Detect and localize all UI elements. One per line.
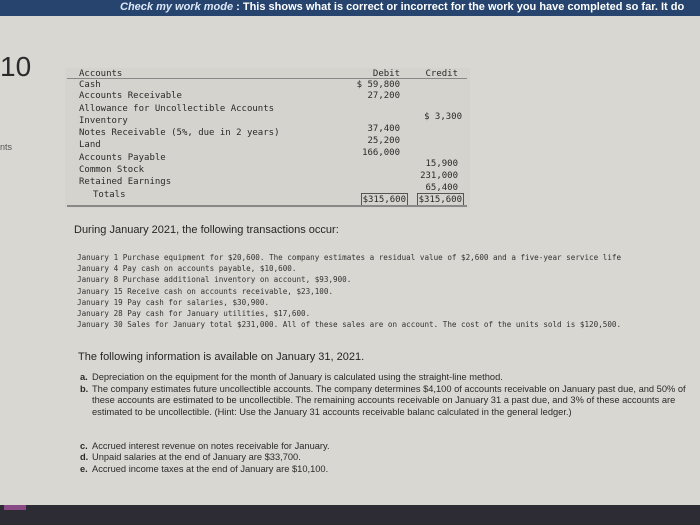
account-name: Accounts Receivable bbox=[79, 91, 182, 101]
info-heading: The following information is available o… bbox=[78, 351, 365, 363]
banner-message: : This shows what is correct or incorrec… bbox=[233, 1, 685, 13]
note-text: Accrued interest revenue on notes receiv… bbox=[92, 440, 330, 451]
table-row: Inventory 37,400 bbox=[65, 115, 470, 134]
taskbar-tab-indicator[interactable] bbox=[4, 505, 26, 510]
note-text: The company estimates future uncollectib… bbox=[92, 383, 686, 417]
account-name: Inventory bbox=[79, 116, 128, 126]
table-row: Accounts Receivable 27,200 bbox=[65, 90, 470, 102]
transaction-line: January 4 Pay cash on accounts payable, … bbox=[77, 264, 297, 274]
transaction-line: January 1 Purchase equipment for $20,600… bbox=[77, 253, 622, 262]
transaction-line: January 28 Pay cash for January utilitie… bbox=[77, 308, 311, 318]
table-row: Common Stock 231,000 bbox=[65, 164, 470, 181]
transactions-list: January 1 Purchase equipment for $20,600… bbox=[77, 252, 700, 330]
adjustment-notes-list: a. Depreciation on the equipment for the… bbox=[80, 372, 700, 475]
table-row: Retained Earnings 65,400 bbox=[65, 176, 470, 193]
note-text: Accrued income taxes at the end of Janua… bbox=[92, 463, 329, 474]
trial-balance-table: Accounts Debit Credit Cash $ 59,800 Acco… bbox=[65, 68, 470, 208]
table-row: Land 166,000 bbox=[65, 139, 470, 158]
note-label: a. bbox=[80, 372, 88, 382]
note-label: b. bbox=[80, 383, 89, 394]
account-name: Accounts Payable bbox=[79, 153, 166, 163]
note-text: Unpaid salaries at the end of January ar… bbox=[92, 452, 301, 462]
note-item: e. Accrued income taxes at the end of Ja… bbox=[80, 464, 700, 476]
transaction-line: January 30 Sales for January total $231,… bbox=[77, 320, 622, 330]
debit-value: 27,200 bbox=[367, 91, 400, 101]
note-item: d. Unpaid salaries at the end of January… bbox=[80, 452, 700, 464]
table-row: Notes Receivable (5%, due in 2 years) 25… bbox=[65, 127, 470, 146]
transaction-line: January 15 Receive cash on accounts rece… bbox=[77, 286, 334, 296]
note-label: c. bbox=[80, 440, 88, 451]
note-label: e. bbox=[80, 463, 88, 474]
account-name: Retained Earnings bbox=[79, 177, 172, 187]
transaction-line: January 19 Pay cash for salaries, $30,90… bbox=[77, 297, 270, 307]
check-my-work-banner: Check my work mode : This shows what is … bbox=[0, 0, 700, 16]
account-name: Land bbox=[79, 140, 101, 150]
account-name: Allowance for Uncollectible Accounts bbox=[79, 104, 275, 114]
transactions-heading: During January 2021, the following trans… bbox=[74, 224, 339, 236]
note-item: a. Depreciation on the equipment for the… bbox=[80, 372, 700, 384]
note-item: c. Accrued interest revenue on notes rec… bbox=[80, 441, 700, 453]
account-name: Notes Receivable (5%, due in 2 years) bbox=[79, 128, 280, 138]
mode-label: Check my work mode bbox=[120, 1, 234, 13]
transaction-line: January 8 Purchase additional inventory … bbox=[77, 275, 352, 285]
table-row: Allowance for Uncollectible Accounts $ 3… bbox=[65, 103, 470, 122]
note-item: b. The company estimates future uncollec… bbox=[80, 384, 700, 441]
table-row: Accounts Payable 15,900 bbox=[65, 152, 470, 169]
note-label: d. bbox=[80, 452, 89, 462]
note-text: Depreciation on the equipment for the mo… bbox=[92, 372, 503, 382]
account-name: Common Stock bbox=[79, 165, 145, 175]
totals-row: Totals $315,600 $315,600 bbox=[65, 189, 470, 207]
question-number[interactable]: 10 bbox=[0, 52, 31, 82]
points-label: nts bbox=[0, 142, 13, 152]
totals-label: Totals bbox=[93, 190, 126, 200]
bottom-taskbar bbox=[0, 505, 700, 525]
table-bottom-rule bbox=[67, 205, 467, 207]
